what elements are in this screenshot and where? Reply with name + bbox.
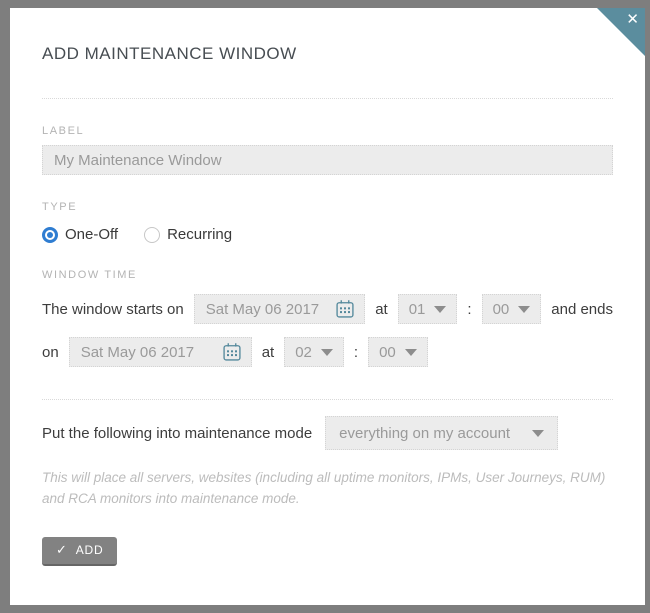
radio-label-recurring: Recurring: [167, 226, 233, 243]
modal-title: ADD MAINTENANCE WINDOW: [42, 44, 297, 63]
chevron-down-icon: [532, 429, 545, 437]
scope-select[interactable]: everything on my account: [325, 416, 559, 450]
start-minute-select[interactable]: 00: [481, 294, 542, 324]
end-minute-value: 00: [379, 343, 396, 361]
start-minute-value: 00: [492, 300, 510, 318]
scope-note: This will place all servers, websites (i…: [42, 470, 606, 506]
window-start-row: The window starts on Sat May 06 2017 at: [42, 294, 613, 324]
start-date-value: Sat May 06 2017: [205, 300, 320, 318]
modal-backdrop: ✕ ADD MAINTENANCE WINDOW LABEL TYPE One-…: [0, 0, 650, 613]
calendar-icon: [336, 300, 354, 318]
scope-prompt-text: Put the following into maintenance mode: [42, 424, 313, 442]
label-input[interactable]: [42, 145, 613, 175]
close-button[interactable]: ✕: [597, 8, 645, 56]
end-hour-select[interactable]: 02: [284, 337, 344, 367]
on-text: on: [42, 343, 59, 361]
add-button[interactable]: ✓ ADD: [42, 536, 118, 566]
end-minute-select[interactable]: 00: [368, 337, 428, 367]
close-icon: ✕: [626, 11, 639, 28]
divider: [42, 399, 613, 400]
check-icon: ✓: [56, 542, 68, 558]
label-field-label: LABEL: [42, 125, 85, 137]
at-text: at: [261, 343, 275, 361]
type-field-label: TYPE: [42, 201, 78, 213]
radio-option-one-off[interactable]: One-Off: [42, 226, 118, 243]
type-radio-group: One-Off Recurring: [42, 226, 613, 243]
start-date-picker[interactable]: Sat May 06 2017: [193, 294, 366, 324]
end-date-value: Sat May 06 2017: [80, 343, 195, 361]
colon-separator: :: [353, 343, 359, 361]
starts-on-text: The window starts on: [42, 300, 184, 318]
window-end-row: on Sat May 06 2017 at 02: 00: [42, 337, 613, 367]
divider: [42, 98, 613, 99]
start-hour-select[interactable]: 01: [397, 294, 458, 324]
add-maintenance-window-modal: ✕ ADD MAINTENANCE WINDOW LABEL TYPE One-…: [10, 8, 645, 605]
colon-separator: :: [467, 300, 472, 318]
radio-selected-icon: [42, 226, 58, 243]
at-text: at: [375, 300, 388, 318]
window-time-label: WINDOW TIME: [42, 269, 137, 281]
radio-label-one-off: One-Off: [65, 226, 119, 243]
radio-option-recurring[interactable]: Recurring: [144, 226, 232, 243]
radio-unselected-icon: [144, 226, 161, 243]
and-ends-text: and ends: [551, 300, 613, 318]
chevron-down-icon: [320, 348, 333, 356]
calendar-icon: [223, 343, 241, 361]
chevron-down-icon: [404, 348, 417, 356]
chevron-down-icon: [518, 305, 531, 313]
end-hour-value: 02: [295, 343, 312, 361]
chevron-down-icon: [434, 305, 447, 313]
end-date-picker[interactable]: Sat May 06 2017: [68, 337, 252, 367]
scope-row: Put the following into maintenance mode …: [42, 416, 613, 450]
scope-selected-value: everything on my account: [339, 424, 511, 442]
start-hour-value: 01: [408, 300, 426, 318]
add-button-label: ADD: [75, 543, 104, 558]
